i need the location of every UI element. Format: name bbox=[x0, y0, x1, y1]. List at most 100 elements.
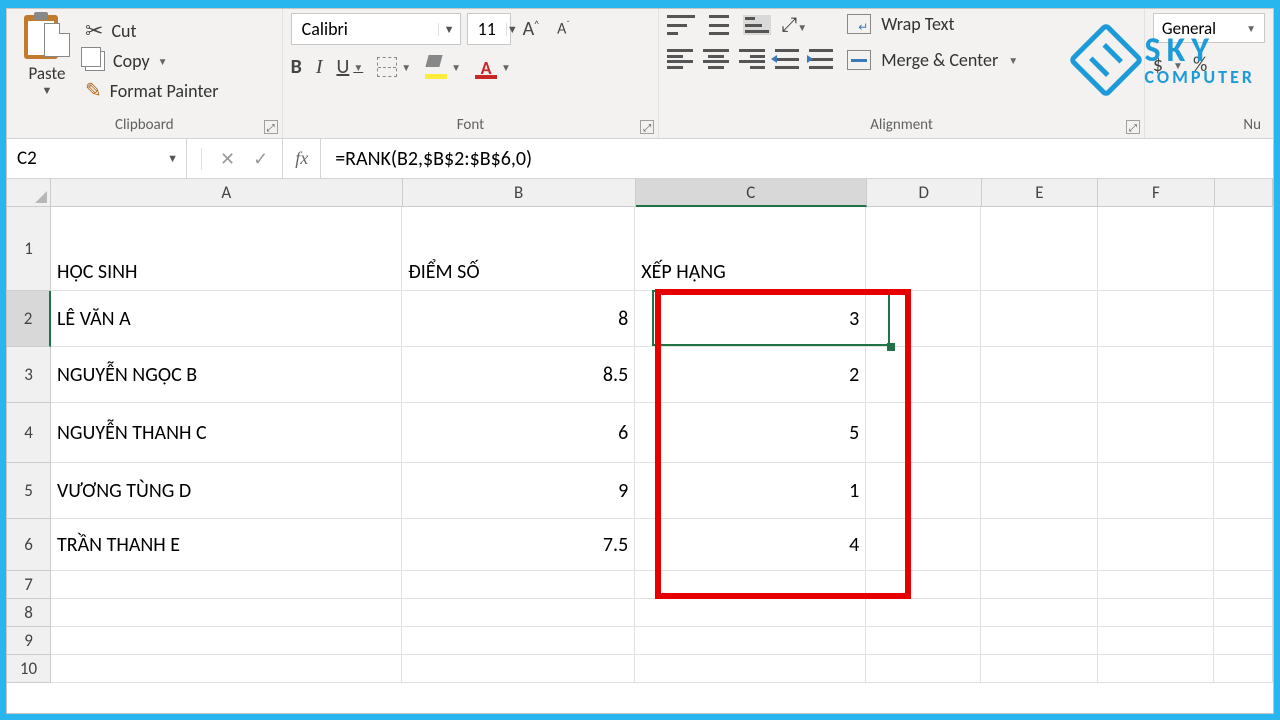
cell[interactable]: HỌC SINH bbox=[51, 207, 402, 291]
increase-font-button[interactable]: A^ bbox=[517, 17, 546, 41]
decrease-indent-button[interactable] bbox=[775, 49, 799, 69]
fill-handle[interactable] bbox=[887, 343, 895, 351]
cell[interactable] bbox=[51, 599, 402, 627]
cell[interactable] bbox=[981, 463, 1098, 519]
cell[interactable] bbox=[1214, 403, 1273, 463]
cell[interactable] bbox=[1098, 403, 1215, 463]
cell[interactable]: 4 bbox=[635, 519, 866, 571]
cell[interactable] bbox=[981, 627, 1098, 655]
clipboard-dialog-launcher[interactable]: ⤢ bbox=[264, 120, 278, 134]
cell[interactable] bbox=[635, 599, 866, 627]
font-size-combo[interactable]: 11 ▼ bbox=[467, 13, 511, 45]
cell[interactable] bbox=[1098, 463, 1215, 519]
italic-button[interactable]: I bbox=[316, 56, 323, 79]
cell[interactable] bbox=[1214, 519, 1273, 571]
cell[interactable] bbox=[866, 347, 981, 403]
column-header[interactable]: B bbox=[403, 179, 636, 207]
row-header[interactable]: 1 bbox=[7, 207, 51, 291]
column-header[interactable]: F bbox=[1098, 179, 1215, 207]
cell[interactable] bbox=[1098, 571, 1215, 599]
cell[interactable]: 8.5 bbox=[402, 347, 635, 403]
row-header[interactable]: 6 bbox=[7, 519, 51, 571]
cell[interactable]: VƯƠNG TÙNG D bbox=[51, 463, 402, 519]
cell[interactable]: XẾP HẠNG bbox=[635, 207, 866, 291]
row-header[interactable]: 2 bbox=[7, 291, 51, 347]
cell[interactable]: 9 bbox=[402, 463, 635, 519]
cell[interactable] bbox=[981, 519, 1098, 571]
row-header[interactable]: 7 bbox=[7, 571, 51, 599]
alignment-dialog-launcher[interactable]: ⤢ bbox=[1126, 120, 1140, 134]
cell[interactable] bbox=[866, 571, 981, 599]
paste-dropdown-caret[interactable]: ▼ bbox=[42, 84, 53, 97]
cell[interactable] bbox=[402, 627, 635, 655]
cell[interactable] bbox=[402, 571, 635, 599]
cell[interactable]: 6 bbox=[402, 403, 635, 463]
cell[interactable] bbox=[981, 655, 1098, 683]
cell[interactable] bbox=[51, 571, 402, 599]
cell[interactable] bbox=[1214, 655, 1273, 683]
row-header[interactable]: 10 bbox=[7, 655, 51, 683]
column-header[interactable]: C bbox=[636, 179, 867, 207]
cell[interactable]: 8 bbox=[402, 291, 635, 347]
cell[interactable] bbox=[1098, 207, 1215, 291]
select-all-corner[interactable] bbox=[7, 179, 51, 207]
underline-button[interactable]: U▼ bbox=[336, 55, 363, 79]
cell[interactable] bbox=[866, 207, 981, 291]
cancel-formula-button[interactable]: ✕ bbox=[220, 148, 235, 170]
cell[interactable] bbox=[866, 519, 981, 571]
decrease-font-button[interactable]: Aˇ bbox=[551, 19, 576, 38]
align-center-button[interactable] bbox=[703, 49, 729, 69]
cell[interactable] bbox=[1098, 291, 1215, 347]
font-dialog-launcher[interactable]: ⤢ bbox=[640, 120, 654, 134]
bold-button[interactable]: B bbox=[291, 55, 302, 79]
cell[interactable] bbox=[635, 571, 866, 599]
cell[interactable] bbox=[866, 403, 981, 463]
row-header[interactable]: 5 bbox=[7, 463, 51, 519]
column-header[interactable]: E bbox=[982, 179, 1099, 207]
fill-color-button[interactable]: ▼ bbox=[425, 59, 461, 75]
increase-indent-button[interactable] bbox=[809, 49, 833, 69]
cell[interactable] bbox=[51, 627, 402, 655]
enter-formula-button[interactable]: ✓ bbox=[253, 148, 268, 170]
number-format-combo[interactable]: General ▼ bbox=[1153, 13, 1265, 43]
font-color-button[interactable]: A▼ bbox=[475, 57, 511, 77]
cell[interactable] bbox=[1214, 291, 1273, 347]
cell[interactable] bbox=[866, 627, 981, 655]
cell[interactable] bbox=[1214, 571, 1273, 599]
copy-button[interactable]: Copy ▼ bbox=[85, 50, 219, 72]
cell[interactable]: NGUYỄN NGỌC B bbox=[51, 347, 402, 403]
format-painter-button[interactable]: ✎ Format Painter bbox=[85, 78, 219, 103]
align-top-button[interactable] bbox=[667, 15, 695, 35]
cell[interactable] bbox=[866, 463, 981, 519]
cell[interactable] bbox=[635, 655, 866, 683]
copy-dropdown-caret[interactable]: ▼ bbox=[158, 55, 168, 68]
cell[interactable] bbox=[1098, 655, 1215, 683]
row-header[interactable]: 9 bbox=[7, 627, 51, 655]
cell[interactable] bbox=[866, 599, 981, 627]
cells-area[interactable]: HỌC SINHĐIỂM SỐXẾP HẠNGLÊ VĂN A83NGUYỄN … bbox=[51, 207, 1273, 713]
cell[interactable] bbox=[981, 347, 1098, 403]
align-bottom-button[interactable] bbox=[743, 15, 771, 35]
cell[interactable] bbox=[1098, 519, 1215, 571]
cut-button[interactable]: ✂ Cut bbox=[85, 17, 219, 44]
align-left-button[interactable] bbox=[667, 49, 693, 69]
cell[interactable]: 1 bbox=[635, 463, 866, 519]
cell[interactable] bbox=[866, 655, 981, 683]
currency-button[interactable]: $ bbox=[1153, 53, 1163, 77]
name-box[interactable]: C2 ▼ bbox=[7, 139, 187, 178]
cell[interactable] bbox=[866, 291, 981, 347]
formula-input[interactable]: =RANK(B2,$B$2:$B$6,0) bbox=[321, 139, 1273, 178]
cell[interactable] bbox=[1214, 463, 1273, 519]
cell[interactable] bbox=[981, 291, 1098, 347]
cell[interactable] bbox=[635, 627, 866, 655]
column-header[interactable]: A bbox=[51, 179, 403, 207]
font-name-combo[interactable]: Calibri ▼ bbox=[291, 13, 461, 45]
percent-button[interactable]: % bbox=[1193, 53, 1207, 77]
cell[interactable] bbox=[981, 207, 1098, 291]
cell[interactable] bbox=[981, 571, 1098, 599]
cell[interactable] bbox=[1098, 627, 1215, 655]
merge-dropdown-caret[interactable]: ▼ bbox=[1008, 54, 1018, 67]
cell[interactable] bbox=[1098, 347, 1215, 403]
cell[interactable]: 2 bbox=[635, 347, 866, 403]
cell[interactable] bbox=[1098, 599, 1215, 627]
